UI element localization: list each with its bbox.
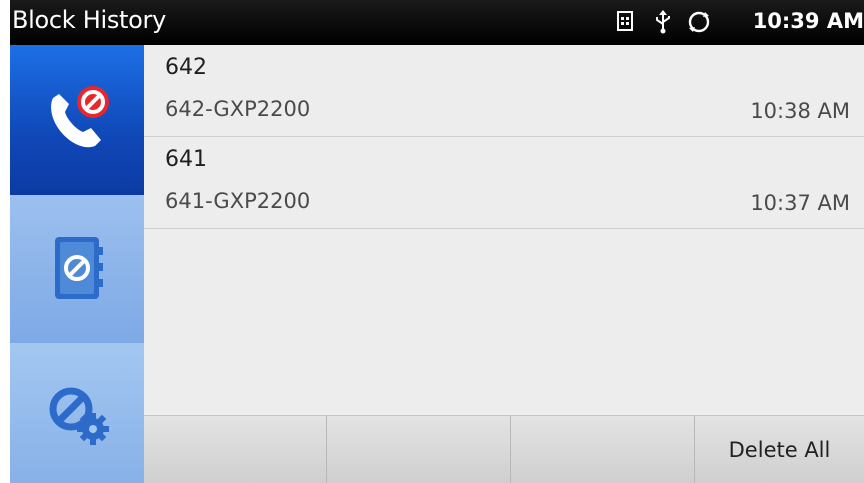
page-title: Block History xyxy=(12,6,167,34)
delete-all-button[interactable]: Delete All xyxy=(695,416,864,483)
call-time: 10:37 AM xyxy=(750,191,850,215)
block-settings-icon xyxy=(35,369,119,457)
sim-card-icon xyxy=(616,9,634,37)
softkey-1[interactable] xyxy=(144,416,327,483)
blocked-contacts-icon xyxy=(35,225,119,313)
list-item[interactable]: 641 641-GXP2200 10:37 AM xyxy=(144,137,864,229)
caller-number: 641 xyxy=(165,147,207,172)
side-nav xyxy=(10,45,144,483)
nav-tab-block-contacts[interactable] xyxy=(10,195,144,343)
softkey-3[interactable] xyxy=(511,416,695,483)
sync-icon xyxy=(686,9,712,39)
status-clock: 10:39 AM xyxy=(752,9,864,33)
blocked-call-icon xyxy=(35,76,119,164)
status-bar: Block History 10:39 AM xyxy=(10,0,864,45)
nav-tab-block-settings[interactable] xyxy=(10,343,144,483)
caller-name: 642-GXP2200 xyxy=(165,97,311,121)
call-time: 10:38 AM xyxy=(750,99,850,123)
list-item[interactable]: 642 642-GXP2200 10:38 AM xyxy=(144,45,864,137)
usb-icon xyxy=(654,9,672,39)
caller-number: 642 xyxy=(165,55,207,80)
softkey-2[interactable] xyxy=(327,416,511,483)
block-history-list: 642 642-GXP2200 10:38 AM 641 641-GXP2200… xyxy=(144,45,864,415)
nav-tab-block-history[interactable] xyxy=(10,45,144,195)
caller-name: 641-GXP2200 xyxy=(165,189,311,213)
bottom-toolbar: Delete All xyxy=(144,415,864,483)
